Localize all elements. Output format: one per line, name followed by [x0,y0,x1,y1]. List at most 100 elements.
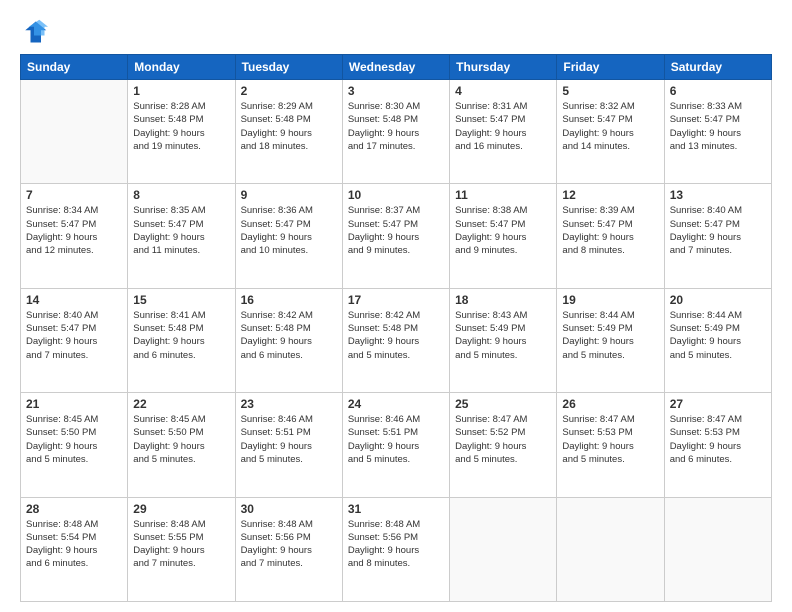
calendar-cell: 25 Sunrise: 8:47 AMSunset: 5:52 PMDayligh… [450,393,557,497]
calendar-cell: 16 Sunrise: 8:42 AMSunset: 5:48 PMDayligh… [235,288,342,392]
day-info: Sunrise: 8:35 AMSunset: 5:47 PMDaylight:… [133,204,229,257]
calendar-cell: 2 Sunrise: 8:29 AMSunset: 5:48 PMDaylight… [235,80,342,184]
week-row-4: 21 Sunrise: 8:45 AMSunset: 5:50 PMDayligh… [21,393,772,497]
calendar-cell: 12 Sunrise: 8:39 AMSunset: 5:47 PMDayligh… [557,184,664,288]
calendar-cell: 29 Sunrise: 8:48 AMSunset: 5:55 PMDayligh… [128,497,235,601]
weekday-header-tuesday: Tuesday [235,55,342,80]
day-number: 10 [348,188,444,202]
day-number: 3 [348,84,444,98]
day-info: Sunrise: 8:46 AMSunset: 5:51 PMDaylight:… [348,413,444,466]
calendar-cell: 22 Sunrise: 8:45 AMSunset: 5:50 PMDayligh… [128,393,235,497]
day-info: Sunrise: 8:34 AMSunset: 5:47 PMDaylight:… [26,204,122,257]
day-number: 18 [455,293,551,307]
day-info: Sunrise: 8:37 AMSunset: 5:47 PMDaylight:… [348,204,444,257]
day-info: Sunrise: 8:47 AMSunset: 5:52 PMDaylight:… [455,413,551,466]
day-number: 29 [133,502,229,516]
calendar-cell: 10 Sunrise: 8:37 AMSunset: 5:47 PMDayligh… [342,184,449,288]
day-number: 19 [562,293,658,307]
day-info: Sunrise: 8:36 AMSunset: 5:47 PMDaylight:… [241,204,337,257]
calendar-cell: 3Sunrise: 8:30 AMSunset: 5:48 PMDaylight… [342,80,449,184]
day-info: Sunrise: 8:45 AMSunset: 5:50 PMDaylight:… [133,413,229,466]
day-info: Sunrise: 8:28 AMSunset: 5:48 PMDaylight:… [133,100,229,153]
day-number: 9 [241,188,337,202]
day-info: Sunrise: 8:43 AMSunset: 5:49 PMDaylight:… [455,309,551,362]
calendar-cell: 18 Sunrise: 8:43 AMSunset: 5:49 PMDayligh… [450,288,557,392]
day-info: Sunrise: 8:42 AMSunset: 5:48 PMDaylight:… [348,309,444,362]
day-number: 30 [241,502,337,516]
day-number: 13 [670,188,766,202]
calendar-cell: 7 Sunrise: 8:34 AMSunset: 5:47 PMDaylight… [21,184,128,288]
calendar-cell: 20 Sunrise: 8:44 AMSunset: 5:49 PMDayligh… [664,288,771,392]
calendar-cell: 24 Sunrise: 8:46 AMSunset: 5:51 PMDayligh… [342,393,449,497]
day-number: 27 [670,397,766,411]
day-info: Sunrise: 8:44 AMSunset: 5:49 PMDaylight:… [562,309,658,362]
day-info: Sunrise: 8:39 AMSunset: 5:47 PMDaylight:… [562,204,658,257]
day-number: 16 [241,293,337,307]
day-number: 23 [241,397,337,411]
calendar-cell: 26 Sunrise: 8:47 AMSunset: 5:53 PMDayligh… [557,393,664,497]
day-number: 12 [562,188,658,202]
header [20,18,772,46]
calendar-cell: 5Sunrise: 8:32 AMSunset: 5:47 PMDaylight… [557,80,664,184]
calendar-cell: 31Sunrise: 8:48 AMSunset: 5:56 PMDayligh… [342,497,449,601]
calendar-cell: 19 Sunrise: 8:44 AMSunset: 5:49 PMDayligh… [557,288,664,392]
week-row-5: 28 Sunrise: 8:48 AMSunset: 5:54 PMDayligh… [21,497,772,601]
day-number: 20 [670,293,766,307]
page: SundayMondayTuesdayWednesdayThursdayFrid… [0,0,792,612]
calendar-cell: 15 Sunrise: 8:41 AMSunset: 5:48 PMDayligh… [128,288,235,392]
day-info: Sunrise: 8:40 AMSunset: 5:47 PMDaylight:… [26,309,122,362]
day-number: 6 [670,84,766,98]
calendar-cell: 14 Sunrise: 8:40 AMSunset: 5:47 PMDayligh… [21,288,128,392]
week-row-1: 1 Sunrise: 8:28 AMSunset: 5:48 PMDaylight… [21,80,772,184]
calendar-cell: 21 Sunrise: 8:45 AMSunset: 5:50 PMDayligh… [21,393,128,497]
calendar-cell: 9 Sunrise: 8:36 AMSunset: 5:47 PMDaylight… [235,184,342,288]
day-info: Sunrise: 8:46 AMSunset: 5:51 PMDaylight:… [241,413,337,466]
day-info: Sunrise: 8:48 AMSunset: 5:54 PMDaylight:… [26,518,122,571]
day-info: Sunrise: 8:47 AMSunset: 5:53 PMDaylight:… [562,413,658,466]
weekday-header-sunday: Sunday [21,55,128,80]
week-row-2: 7 Sunrise: 8:34 AMSunset: 5:47 PMDaylight… [21,184,772,288]
day-number: 2 [241,84,337,98]
week-row-3: 14 Sunrise: 8:40 AMSunset: 5:47 PMDayligh… [21,288,772,392]
day-number: 1 [133,84,229,98]
day-number: 31 [348,502,444,516]
calendar-cell: 27 Sunrise: 8:47 AMSunset: 5:53 PMDayligh… [664,393,771,497]
calendar-cell: 17 Sunrise: 8:42 AMSunset: 5:48 PMDayligh… [342,288,449,392]
day-info: Sunrise: 8:38 AMSunset: 5:47 PMDaylight:… [455,204,551,257]
day-info: Sunrise: 8:33 AMSunset: 5:47 PMDaylight:… [670,100,766,153]
weekday-header-wednesday: Wednesday [342,55,449,80]
day-number: 24 [348,397,444,411]
day-info: Sunrise: 8:42 AMSunset: 5:48 PMDaylight:… [241,309,337,362]
calendar-cell: 8 Sunrise: 8:35 AMSunset: 5:47 PMDaylight… [128,184,235,288]
calendar-cell: 11Sunrise: 8:38 AMSunset: 5:47 PMDayligh… [450,184,557,288]
day-info: Sunrise: 8:31 AMSunset: 5:47 PMDaylight:… [455,100,551,153]
day-info: Sunrise: 8:47 AMSunset: 5:53 PMDaylight:… [670,413,766,466]
day-number: 14 [26,293,122,307]
day-number: 26 [562,397,658,411]
day-number: 7 [26,188,122,202]
day-info: Sunrise: 8:29 AMSunset: 5:48 PMDaylight:… [241,100,337,153]
day-info: Sunrise: 8:41 AMSunset: 5:48 PMDaylight:… [133,309,229,362]
day-number: 17 [348,293,444,307]
calendar-cell: 28 Sunrise: 8:48 AMSunset: 5:54 PMDayligh… [21,497,128,601]
day-number: 28 [26,502,122,516]
day-number: 22 [133,397,229,411]
calendar-cell [664,497,771,601]
calendar-cell [557,497,664,601]
day-info: Sunrise: 8:44 AMSunset: 5:49 PMDaylight:… [670,309,766,362]
day-info: Sunrise: 8:45 AMSunset: 5:50 PMDaylight:… [26,413,122,466]
calendar-cell: 1 Sunrise: 8:28 AMSunset: 5:48 PMDaylight… [128,80,235,184]
weekday-header-row: SundayMondayTuesdayWednesdayThursdayFrid… [21,55,772,80]
weekday-header-thursday: Thursday [450,55,557,80]
day-number: 21 [26,397,122,411]
day-info: Sunrise: 8:32 AMSunset: 5:47 PMDaylight:… [562,100,658,153]
day-number: 15 [133,293,229,307]
weekday-header-monday: Monday [128,55,235,80]
calendar-table: SundayMondayTuesdayWednesdayThursdayFrid… [20,54,772,602]
logo [20,18,52,46]
day-info: Sunrise: 8:48 AMSunset: 5:56 PMDaylight:… [241,518,337,571]
day-info: Sunrise: 8:48 AMSunset: 5:55 PMDaylight:… [133,518,229,571]
calendar-cell: 30 Sunrise: 8:48 AMSunset: 5:56 PMDayligh… [235,497,342,601]
day-number: 25 [455,397,551,411]
day-number: 8 [133,188,229,202]
